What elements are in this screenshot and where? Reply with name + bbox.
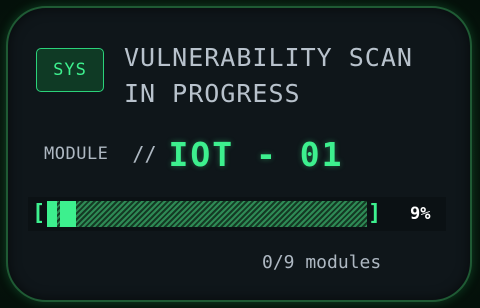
scan-title-line-1: VULNERABILITY SCAN: [124, 43, 413, 72]
progress-bar: [47, 201, 367, 227]
progress-bar-fill: [47, 201, 76, 227]
scan-title: VULNERABILITY SCAN IN PROGRESS: [124, 40, 454, 112]
scan-title-line-2: IN PROGRESS: [124, 79, 301, 108]
module-id: IOT - 01: [168, 134, 344, 174]
module-row: MODULE // IOT - 01: [44, 132, 343, 176]
modules-count: 0/9 modules: [262, 252, 382, 273]
progress-percent: 9%: [410, 204, 431, 224]
module-label: MODULE: [44, 144, 109, 164]
module-separator: //: [132, 142, 157, 166]
progress-bracket-left: [: [32, 201, 46, 226]
progress-bracket-right: ]: [368, 201, 382, 226]
sys-badge: SYS: [36, 48, 104, 92]
